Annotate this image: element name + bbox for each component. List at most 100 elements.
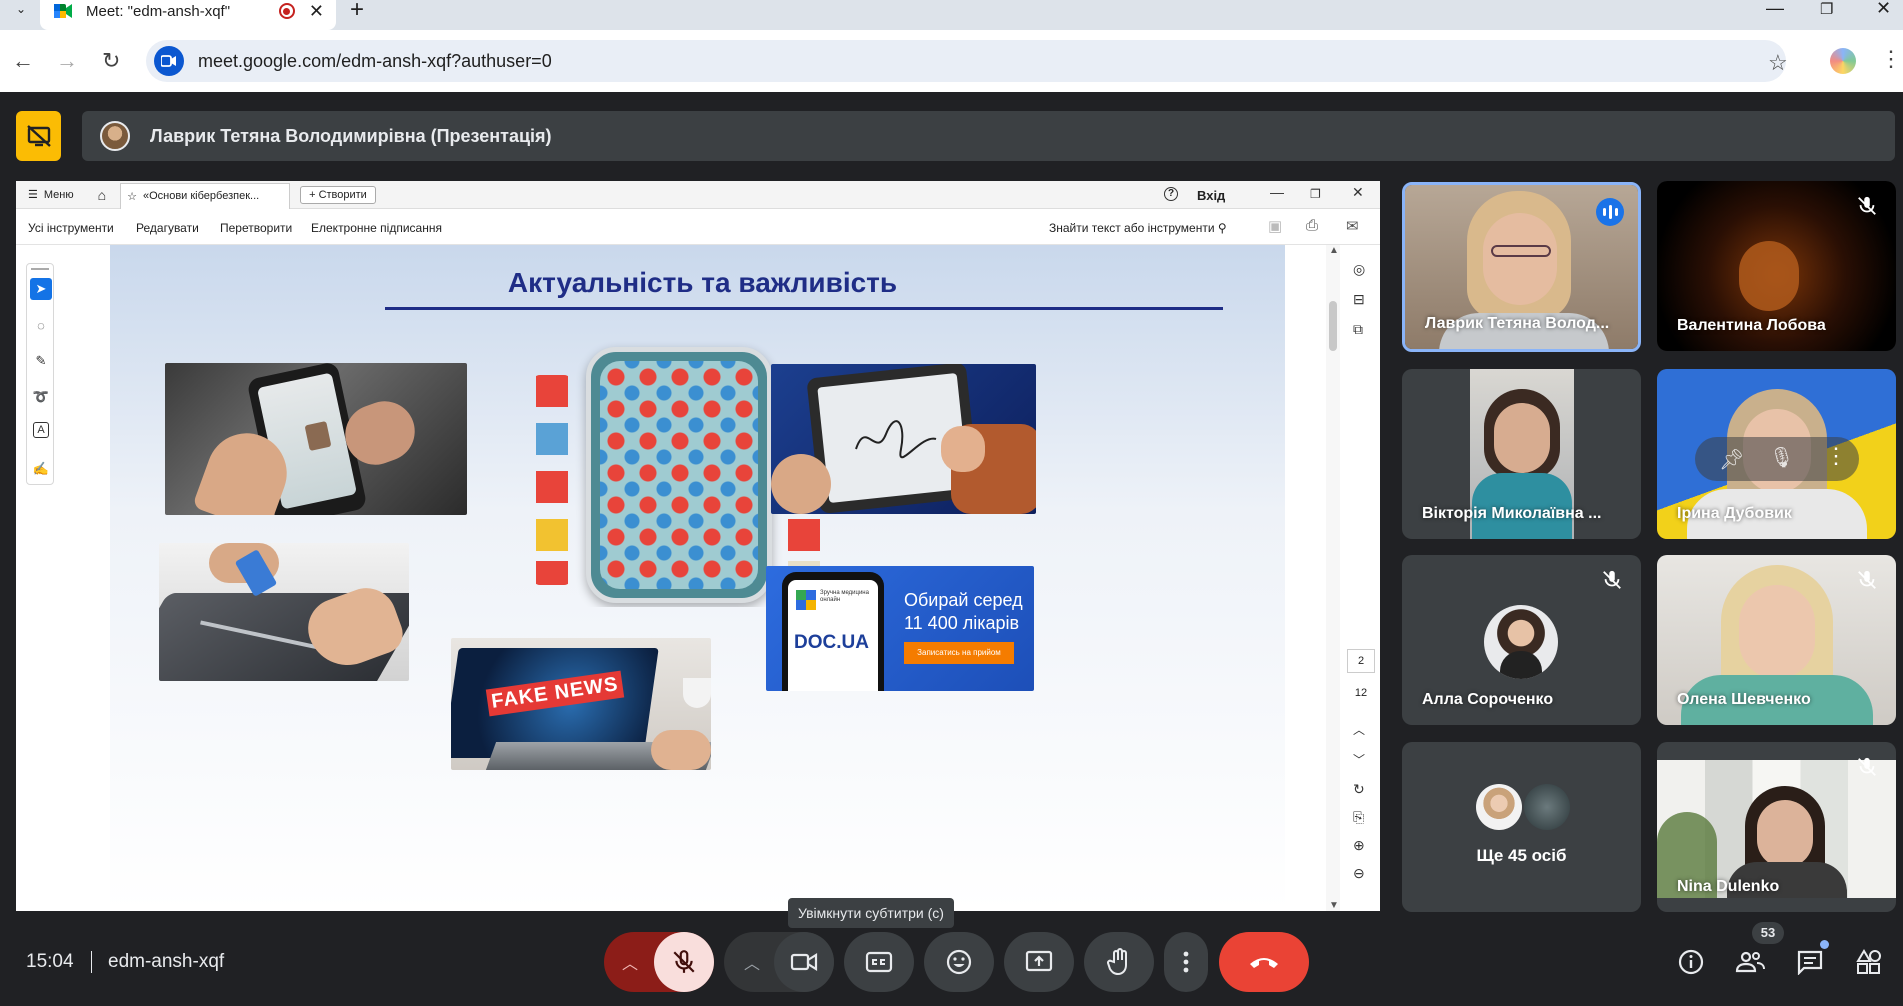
grip-handle[interactable]: [31, 268, 49, 270]
pdf-minimize-icon[interactable]: —: [1270, 184, 1284, 200]
sign-icon[interactable]: ✍: [30, 458, 52, 480]
print-icon[interactable]: ⎙: [1306, 217, 1318, 234]
doc-ua-headline-2: 11 400 лікарів: [904, 613, 1020, 633]
current-page-box[interactable]: 2: [1347, 649, 1375, 673]
comment-icon[interactable]: ◌: [30, 314, 52, 336]
participant-tile[interactable]: Вікторія Миколаївна ...: [1402, 369, 1641, 539]
restore-window-icon[interactable]: ❐: [1820, 0, 1833, 18]
bookmarks-icon[interactable]: ⊟: [1353, 291, 1365, 308]
pdf-restore-icon[interactable]: ❐: [1310, 187, 1321, 201]
site-info-icon[interactable]: [154, 46, 184, 76]
participant-tile-presenter[interactable]: Лаврик Тетяна Волод...: [1402, 182, 1641, 352]
find-label: Знайти текст або інструменти: [1049, 221, 1215, 235]
login-button[interactable]: Вхід: [1197, 188, 1225, 203]
chat-icon: [1797, 950, 1823, 975]
forward-arrow-icon[interactable]: →: [56, 48, 78, 74]
mic-off-icon: [1858, 757, 1876, 776]
tab-close-icon[interactable]: ✕: [309, 1, 324, 22]
browser-menu-icon[interactable]: ⋮: [1880, 46, 1902, 72]
rotate-icon[interactable]: ↻: [1353, 781, 1365, 798]
mute-participant-icon[interactable]: 🎙︎: [1769, 445, 1794, 470]
raise-hand-button[interactable]: [1084, 932, 1154, 992]
scrollbar-thumb[interactable]: [1329, 301, 1337, 351]
pin-icon[interactable]: 📌︎: [1719, 447, 1744, 472]
activities-button[interactable]: [1852, 945, 1886, 979]
tab-search-chevron-icon[interactable]: ⌄: [10, 0, 32, 18]
participant-name: Nina Dulenko: [1677, 878, 1780, 895]
highlight-pen-icon[interactable]: ✎: [30, 350, 52, 372]
copy-pages-icon[interactable]: ⧉: [1353, 321, 1363, 338]
captions-button[interactable]: [844, 932, 914, 992]
save-icon[interactable]: ▣: [1268, 217, 1282, 235]
camera-toggle-button[interactable]: [774, 932, 834, 992]
participant-tile[interactable]: 📌︎ 🎙︎ ⋮ Ірина Дубовик: [1657, 369, 1896, 539]
speaking-indicator-icon: [1596, 198, 1624, 226]
new-tab-button[interactable]: +: [350, 0, 364, 24]
toolbar-edit[interactable]: Редагувати: [136, 221, 199, 235]
presentation-slide: Актуальність та важливість FAKE NEWS Зру…: [110, 245, 1285, 911]
profile-avatar[interactable]: [1830, 48, 1856, 74]
electronic-signature-image: [771, 364, 1036, 514]
doc-tab-label: «Основи кібербезпек...: [142, 190, 260, 202]
page-fit-icon[interactable]: ⎘: [1353, 809, 1364, 826]
home-icon[interactable]: ⌂: [98, 187, 106, 203]
back-arrow-icon[interactable]: ←: [12, 48, 34, 74]
participant-tile[interactable]: Олена Шевченко: [1657, 555, 1896, 725]
slide-title-underline: [385, 307, 1223, 310]
select-cursor-icon[interactable]: ➤: [30, 278, 52, 300]
page-up-icon[interactable]: ︿: [1353, 721, 1365, 738]
bookmark-star-icon[interactable]: ☆: [1768, 50, 1788, 76]
omnibox[interactable]: meet.google.com/edm-ansh-xqf?authuser=0: [146, 40, 1786, 82]
find-text-field[interactable]: Знайти текст або інструменти ⚲: [1049, 221, 1227, 235]
zoom-out-icon[interactable]: ⊖: [1353, 865, 1365, 882]
meet-favicon-icon: [54, 4, 72, 18]
page-down-icon[interactable]: ﹀: [1353, 751, 1365, 768]
create-button[interactable]: + Створити: [300, 185, 376, 204]
participant-avatar: [1476, 784, 1522, 830]
toolbar-e-sign[interactable]: Електронне підписання: [311, 221, 442, 235]
pdf-menu-button[interactable]: ☰ Меню: [28, 188, 74, 202]
present-screen-button[interactable]: [1004, 932, 1074, 992]
captions-tooltip: Увімкнути субтитри (c): [788, 898, 954, 928]
call-end-icon: [1250, 958, 1278, 968]
minimize-window-icon[interactable]: —: [1766, 0, 1784, 19]
toolbar-convert[interactable]: Перетворити: [220, 221, 292, 235]
mic-toggle-button[interactable]: [654, 932, 714, 992]
more-participants-tile[interactable]: Ще 45 осіб: [1402, 742, 1641, 912]
more-options-icon[interactable]: ⋮: [1825, 443, 1847, 469]
text-box-icon[interactable]: A: [33, 422, 49, 438]
participant-name: Ірина Дубовик: [1677, 505, 1792, 522]
stop-presenting-button[interactable]: [16, 111, 61, 161]
browser-tab[interactable]: Meet: "edm-ansh-xqf" ✕: [40, 0, 336, 30]
doc-ua-brand: DOC.UA: [794, 632, 869, 653]
participant-tile[interactable]: Валентина Лобова: [1657, 181, 1896, 351]
toolbar-all-tools[interactable]: Усі інструменти: [28, 221, 114, 235]
doc-ua-cta: Записатись на прийом: [904, 642, 1014, 664]
reload-icon[interactable]: ↻: [102, 48, 120, 74]
pdf-right-rail: ◎ ⊟ ⧉ 2 12 ︿ ﹀ ↻ ⎘ ⊕ ⊖: [1342, 251, 1380, 911]
address-bar-row: ← → ↻ meet.google.com/edm-ansh-xqf?authu…: [0, 30, 1903, 92]
pdf-left-toolbar: ➤ ◌ ✎ ➰ A ✍: [26, 263, 54, 485]
emoji-icon: [946, 949, 972, 975]
participant-tile[interactable]: Алла Сороченко: [1402, 555, 1641, 725]
reactions-button[interactable]: [924, 932, 994, 992]
draw-lasso-icon[interactable]: ➰: [30, 386, 52, 408]
pdf-document-tab[interactable]: ☆ «Основи кібербезпек...: [120, 182, 291, 209]
participant-avatar: [1524, 784, 1570, 830]
activities-shapes-icon: [1856, 949, 1881, 974]
leave-call-button[interactable]: [1219, 932, 1309, 992]
zoom-in-icon[interactable]: ⊕: [1353, 837, 1365, 854]
email-icon[interactable]: ✉: [1346, 217, 1359, 235]
search-icon: ⚲: [1217, 221, 1227, 235]
ai-assistant-icon[interactable]: ◎: [1353, 261, 1365, 278]
help-icon[interactable]: ?: [1164, 187, 1178, 201]
pdf-close-icon[interactable]: ✕: [1352, 184, 1364, 201]
people-icon: [1735, 951, 1765, 973]
chat-button[interactable]: [1793, 945, 1827, 979]
people-button[interactable]: [1733, 945, 1767, 979]
participant-tile[interactable]: Nina Dulenko: [1657, 742, 1896, 912]
close-window-icon[interactable]: ✕: [1876, 0, 1891, 19]
pdf-scrollbar[interactable]: ▲ ▼: [1326, 245, 1340, 911]
meeting-details-button[interactable]: [1674, 945, 1708, 979]
more-options-button[interactable]: [1164, 932, 1208, 992]
